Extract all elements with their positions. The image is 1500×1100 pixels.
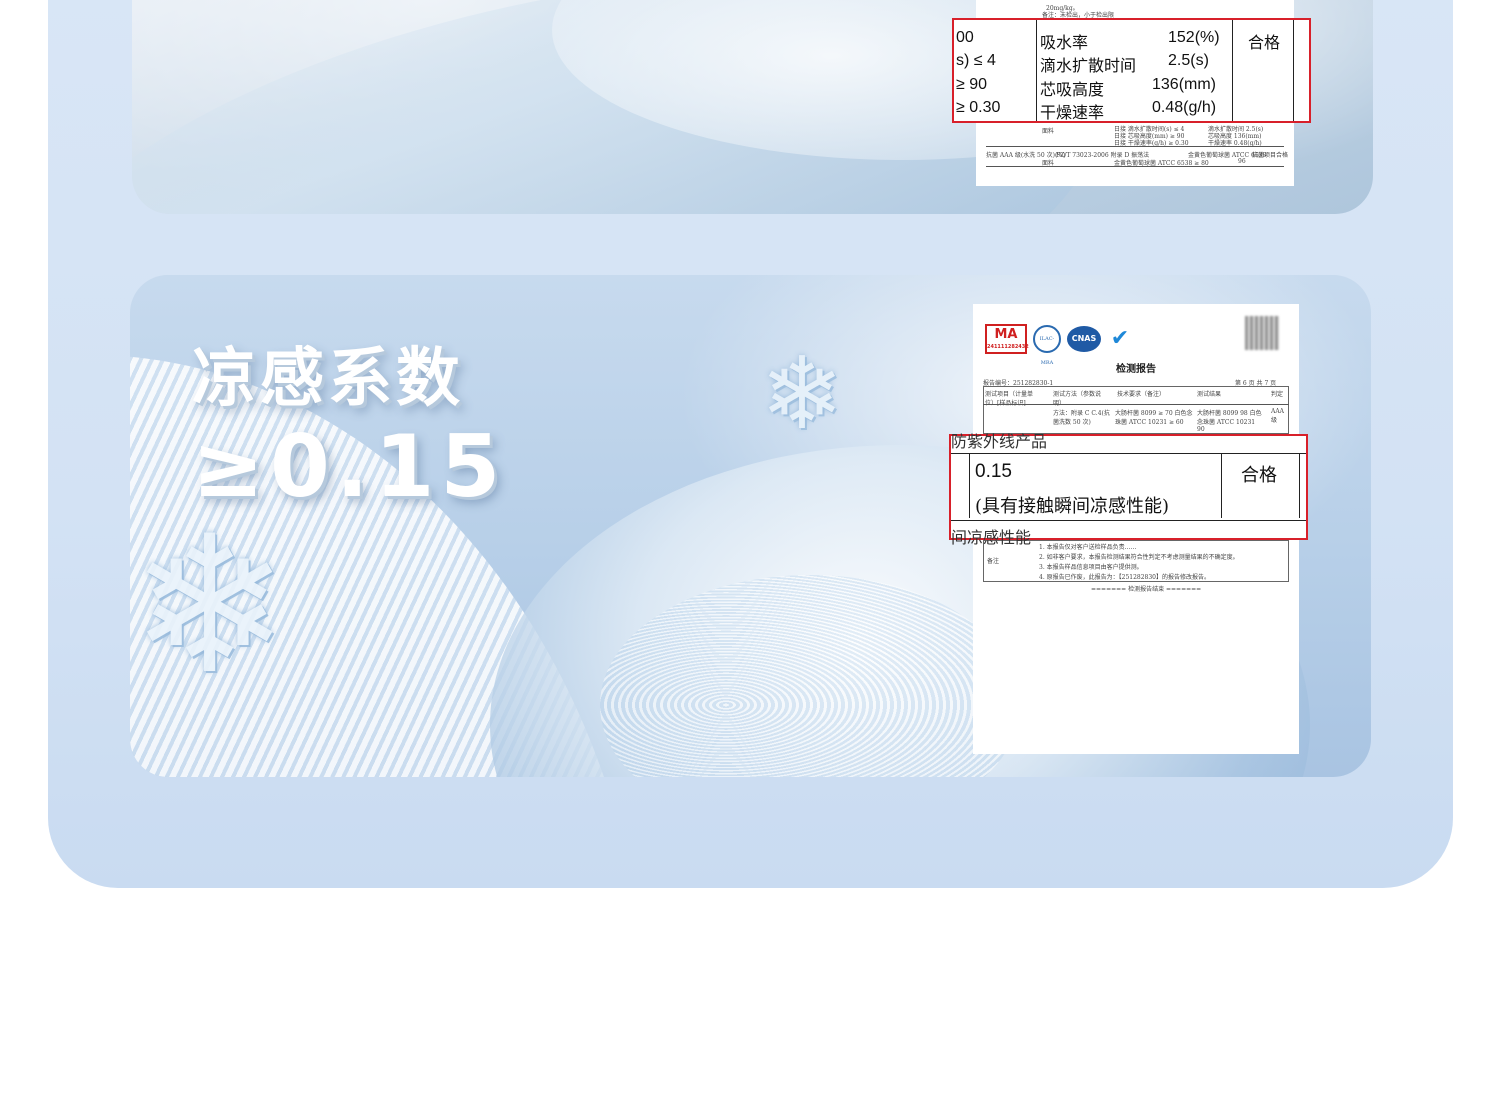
requirement-cell: ≥ 90 [956, 76, 988, 93]
table-header: 判定 [1271, 391, 1284, 398]
requirement-cell: s) ≤ 4 [956, 52, 996, 69]
report-rule [986, 166, 1284, 167]
cooling-note-cell: (具有接触瞬间凉感性能) [975, 496, 1170, 517]
cnas-logo: CNAS [1067, 326, 1101, 352]
cma-logo-number: 241111282432 [987, 344, 1029, 350]
requirement-cell: ≥ 0.30 [956, 99, 1001, 116]
qr-code [1245, 316, 1279, 350]
table-header: 技术要求（备注） [1117, 391, 1166, 398]
remark-line: 4. 原报告已作废，此报告为：【251282830】的报告修改报告。 [1039, 574, 1210, 581]
value-cell: 152(%) [1168, 29, 1220, 46]
cooling-value-cell: 0.15 [975, 461, 1012, 482]
report-rule [983, 404, 1289, 405]
requirement-cell: 00 [956, 29, 974, 46]
cropped-text-below: 间凉感性能 [951, 528, 1032, 547]
table-divider [1221, 453, 1222, 518]
moisture-results-zoom: 00 吸水率 152(%) s) ≤ 4 滴水扩散时间 2.5(s) ≥ 90 … [952, 18, 1311, 123]
cropped-text-above: 防紫外线产品 [951, 432, 1048, 451]
verified-shield-icon: ✔ [1110, 326, 1130, 351]
table-divider [969, 453, 970, 518]
report-line: 抗菌项目合格 [1252, 152, 1289, 159]
verdict-cell: 合格 [1241, 465, 1277, 486]
table-divider [1299, 453, 1300, 518]
item-cell: 滴水扩散时间 [1040, 56, 1137, 75]
cooling-value: ≥0.15 [192, 417, 507, 517]
snowflake-icon: ❄ [760, 335, 844, 452]
table-divider [951, 453, 1306, 454]
remark-line: 2. 如非客户要求，本报告检测结果符合性判定不考虑测量结果的不确定度。 [1039, 554, 1239, 561]
value-cell: 2.5(s) [1168, 52, 1209, 69]
cma-logo-text: MA [994, 327, 1018, 342]
table-divider [1293, 20, 1294, 121]
table-cell: 大肠杆菌 8099 ≥ 70 白色念珠菌 ATCC 10231 ≥ 60 [1115, 410, 1193, 426]
cooling-result-zoom: 防紫外线产品 0.15 (具有接触瞬间凉感性能) 合格 间凉感性能 [949, 432, 1308, 547]
remark-line: 3. 本报告样品信息项目由客户提供测。 [1039, 564, 1143, 571]
certification-logos: MA 241111282432 ILAC-MRA CNAS ✔ [985, 322, 1133, 366]
item-cell: 吸水率 [1040, 33, 1089, 52]
cma-logo: MA 241111282432 [985, 324, 1029, 354]
report-title: 检测报告 [1116, 364, 1156, 375]
report-line: 面料 [1042, 128, 1055, 135]
value-cell: 136(mm) [1152, 76, 1217, 93]
remarks-label: 备注 [987, 558, 1000, 565]
item-cell: 芯吸高度 [1040, 80, 1105, 99]
value-cell: 0.48(g/h) [1152, 99, 1217, 116]
item-cell: 干燥速率 [1040, 103, 1105, 122]
table-divider [1232, 20, 1233, 121]
table-divider [951, 520, 1306, 521]
cooling-title: 凉感系数 [192, 342, 464, 416]
table-cell: AAA 级 [1271, 408, 1284, 424]
report-rule [986, 146, 1284, 147]
report-line: 96 [1238, 158, 1246, 165]
ilac-logo: ILAC-MRA [1033, 325, 1061, 366]
remark-line: 1. 本报告仅对客户送检样品负责…… [1039, 544, 1137, 551]
table-header: 测试结果 [1197, 391, 1222, 398]
table-divider [1036, 20, 1037, 121]
table-cell: 大肠杆菌 8099 98 白色念珠菌 ATCC 10231 90 [1197, 410, 1262, 433]
report-end: ======= 检测报告结束 ======= [1091, 586, 1202, 593]
table-cell: 方法：附录 C C.4(抗菌洗数 50 次) [1053, 410, 1110, 426]
verdict-cell: 合格 [1248, 33, 1281, 52]
snowflake-icon: ❄ [130, 495, 290, 716]
